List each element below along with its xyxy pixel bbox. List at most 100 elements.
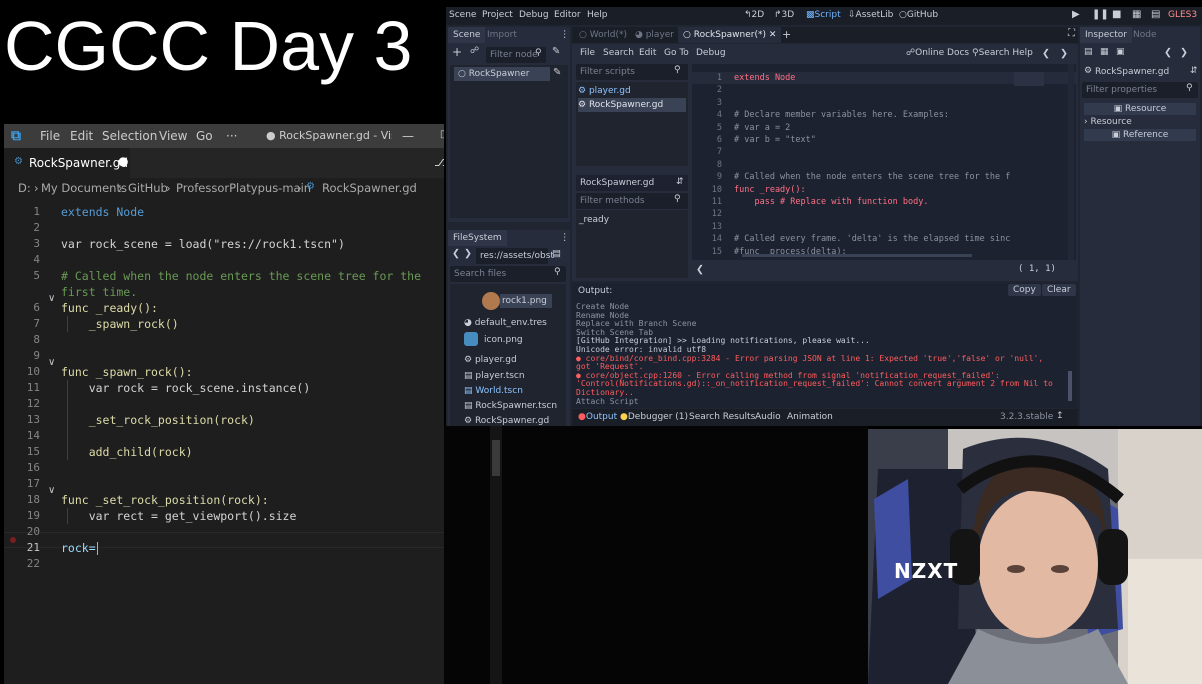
create-resource-icon[interactable]: ▤ xyxy=(1084,47,1093,57)
breadcrumb-file[interactable]: RockSpawner.gd xyxy=(322,181,417,195)
file-default-env[interactable]: ◕ default_env.tres xyxy=(464,316,547,330)
breadcrumb-project[interactable]: ProfessorPlatypus-main xyxy=(176,181,311,195)
menu-editor[interactable]: Editor xyxy=(554,10,581,20)
split-mode-icon[interactable]: ▤ xyxy=(552,248,561,259)
file-world-tscn[interactable]: ▤ World.tscn xyxy=(464,384,523,398)
script-menu-goto[interactable]: Go To xyxy=(664,48,689,58)
load-resource-icon[interactable]: ▦ xyxy=(1100,47,1109,57)
expand-panel-icon[interactable]: ↥ xyxy=(1056,411,1064,421)
fold-chevron-icon[interactable]: ∨ xyxy=(48,293,55,304)
breadcrumb-github[interactable]: GitHub xyxy=(128,181,168,195)
vscode-scrollbar-thumb[interactable] xyxy=(492,440,500,476)
online-docs-link[interactable]: ☍Online Docs xyxy=(906,48,969,58)
scene-tab-player[interactable]: ◕ player xyxy=(630,27,679,43)
add-node-icon[interactable]: + xyxy=(452,45,462,59)
menu-file[interactable]: File xyxy=(40,129,60,143)
bottom-tab-output[interactable]: ●Output xyxy=(578,412,617,422)
history-back-icon[interactable]: ❮ xyxy=(1164,47,1172,58)
attach-script-icon[interactable]: ✎ xyxy=(552,46,560,57)
forward-icon[interactable]: ❯ xyxy=(464,248,472,259)
renderer-label[interactable]: GLES3 xyxy=(1168,10,1197,20)
menu-selection[interactable]: Selection xyxy=(102,129,157,143)
breadcrumb-mydocs[interactable]: My Documents xyxy=(41,181,127,195)
fold-chevron-icon[interactable]: ∨ xyxy=(48,485,55,496)
script-item-player[interactable]: ⚙ player.gd xyxy=(578,84,631,98)
play-icon[interactable]: ▶ xyxy=(1072,9,1080,20)
history-forward-icon[interactable]: ❯ xyxy=(1180,47,1188,58)
source-control-icon[interactable]: ⎇ xyxy=(434,155,444,169)
inspector-object-name[interactable]: RockSpawner.gd xyxy=(1095,67,1169,77)
instance-scene-icon[interactable]: ☍ xyxy=(470,46,479,56)
copy-button[interactable]: Copy xyxy=(1008,284,1041,296)
scene-tab-rockspawner[interactable]: ○ RockSpawner(*) ✕ xyxy=(678,27,782,43)
menu-debug[interactable]: Debug xyxy=(519,10,549,20)
workspace-script[interactable]: ▩Script xyxy=(806,10,841,20)
file-rockspawner-tscn[interactable]: ▤ RockSpawner.tscn xyxy=(464,399,557,413)
tab-rockspawner[interactable]: ⚙ RockSpawner.gd ● xyxy=(4,148,130,178)
path-field[interactable]: res://assets/obst xyxy=(476,248,554,264)
menu-edit[interactable]: Edit xyxy=(70,129,93,143)
pause-icon[interactable]: ❚❚ xyxy=(1092,9,1109,20)
menu-project[interactable]: Project xyxy=(482,10,513,20)
bottom-tab-search-results[interactable]: Search Results xyxy=(689,412,755,422)
scroll-left-icon[interactable]: ❮ xyxy=(696,264,704,275)
add-scene-tab-icon[interactable]: + xyxy=(782,28,791,41)
script-menu-debug[interactable]: Debug xyxy=(696,48,726,58)
prev-script-icon[interactable]: ❮ xyxy=(1042,48,1050,59)
next-script-icon[interactable]: ❯ xyxy=(1060,48,1068,59)
distraction-free-icon[interactable]: ⛶ xyxy=(1068,28,1075,39)
play-scene-icon[interactable]: ▦ xyxy=(1132,9,1141,20)
workspace-assetlib[interactable]: ⇩AssetLib xyxy=(848,10,893,20)
bottom-tab-audio[interactable]: Audio xyxy=(755,412,781,422)
stop-icon[interactable]: ■ xyxy=(1112,9,1121,20)
tab-scene[interactable]: Scene xyxy=(448,27,486,43)
bottom-tab-animation[interactable]: Animation xyxy=(787,412,833,422)
script-menu-file[interactable]: File xyxy=(580,48,595,58)
horizontal-scrollbar[interactable] xyxy=(742,254,972,257)
unsaved-dot-icon[interactable]: ● xyxy=(118,154,128,168)
method-ready[interactable]: _ready xyxy=(579,213,609,227)
maximize-button[interactable]: □ xyxy=(440,129,444,140)
tab-inspector[interactable]: Inspector xyxy=(1080,27,1132,43)
script-icon[interactable]: ✎ xyxy=(553,67,561,78)
sort-icon[interactable]: ⇵ xyxy=(676,177,684,187)
back-icon[interactable]: ❮ xyxy=(452,248,460,259)
godot-code-editor[interactable]: 1 2 3 4 5 6 7 8 9 10 11 12 13 14 15 exte… xyxy=(692,64,1076,260)
workspace-3d[interactable]: ↱3D xyxy=(774,10,794,20)
search-help-link[interactable]: ⚲Search Help xyxy=(972,48,1033,58)
file-icon-png[interactable]: icon.png xyxy=(484,333,523,347)
dock-menu-icon[interactable]: ⋮ xyxy=(560,29,570,40)
menu-help[interactable]: Help xyxy=(587,10,608,20)
script-menu-edit[interactable]: Edit xyxy=(639,48,656,58)
breadcrumb-drive[interactable]: D: xyxy=(18,181,31,195)
output-scrollbar[interactable] xyxy=(1068,371,1072,401)
menu-view[interactable]: View xyxy=(159,129,187,143)
file-player-tscn[interactable]: ▤ player.tscn xyxy=(464,369,525,383)
scene-tab-world[interactable]: ○ World(*) xyxy=(574,27,632,43)
save-resource-icon[interactable]: ▣ xyxy=(1116,47,1125,57)
code-editor[interactable]: ∨ ∨ ∨ 1 2 3 4 5 6 7 8 9 10 11 12 13 14 1… xyxy=(4,204,444,584)
script-item-rockspawner[interactable]: ⚙ RockSpawner.gd xyxy=(578,98,686,112)
file-player-gd[interactable]: ⚙ player.gd xyxy=(464,353,517,367)
minimize-button[interactable]: — xyxy=(402,129,414,143)
fold-chevron-icon[interactable]: ∨ xyxy=(48,357,55,368)
file-rockspawner-gd[interactable]: ⚙ RockSpawner.gd xyxy=(464,414,549,426)
vertical-scrollbar[interactable] xyxy=(1068,64,1074,260)
menu-scene[interactable]: Scene xyxy=(449,10,476,20)
filter-scripts-input[interactable]: Filter scripts xyxy=(576,64,688,80)
script-menu-search[interactable]: Search xyxy=(603,48,634,58)
search-files-input[interactable]: Search files xyxy=(450,266,566,282)
bottom-tab-debugger[interactable]: ●Debugger (1) xyxy=(620,412,688,422)
workspace-2d[interactable]: ↰2D xyxy=(744,10,764,20)
filter-properties-input[interactable]: Filter properties xyxy=(1082,82,1198,98)
menu-go[interactable]: Go xyxy=(196,129,213,143)
workspace-github[interactable]: ○GitHub xyxy=(899,10,938,20)
object-properties-icon[interactable]: ⇵ xyxy=(1190,66,1198,76)
tab-filesystem[interactable]: FileSystem xyxy=(448,230,507,246)
tree-node-rockspawner[interactable]: ○ RockSpawner xyxy=(454,67,550,81)
filter-methods-input[interactable]: Filter methods xyxy=(576,193,688,209)
file-rock1-png[interactable]: rock1.png xyxy=(500,294,552,308)
dock-menu-icon[interactable]: ⋮ xyxy=(560,232,570,243)
menu-more[interactable]: ··· xyxy=(226,129,237,143)
clear-button[interactable]: Clear xyxy=(1042,284,1076,296)
